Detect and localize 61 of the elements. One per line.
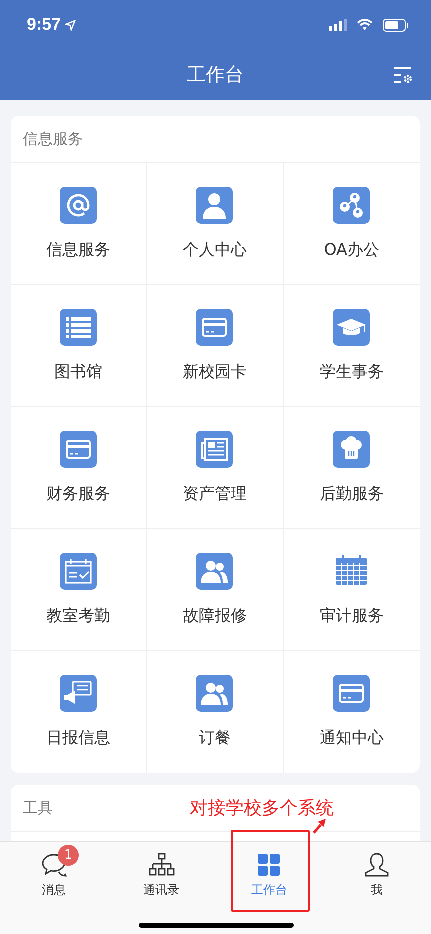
- app-label: 故障报修: [182, 606, 247, 627]
- section-title: 工具: [23, 798, 53, 818]
- app-tile[interactable]: 图书馆: [11, 285, 148, 407]
- people-icon: [196, 675, 234, 712]
- app-label: OA办公: [324, 240, 380, 261]
- annotation-arrow: [313, 818, 327, 834]
- app-tile[interactable]: OA办公: [284, 163, 420, 285]
- app-label: 图书馆: [54, 362, 103, 383]
- app-tile[interactable]: 信息服务: [11, 163, 148, 285]
- app-tile[interactable]: 资产管理: [147, 407, 284, 529]
- unread-count-badge: 1: [58, 845, 79, 866]
- wifi-icon: [357, 19, 373, 31]
- chef-hat-icon: [333, 431, 370, 468]
- app-label: 财务服务: [46, 484, 111, 505]
- tab-item[interactable]: 工作台: [216, 842, 324, 899]
- list-settings-icon[interactable]: [393, 65, 413, 85]
- megaphone-icon: [60, 675, 98, 712]
- tab-item[interactable]: 通讯录: [108, 842, 216, 899]
- app-label: 个人中心: [182, 240, 247, 261]
- app-label: 信息服务: [46, 240, 111, 261]
- app-label: 新校园卡: [182, 362, 247, 383]
- app-tile[interactable]: 日报信息: [11, 651, 148, 773]
- clock-time: 9:57: [27, 15, 62, 35]
- tab-item[interactable]: 消息 1: [0, 842, 108, 899]
- app-label: 后勤服务: [320, 484, 384, 505]
- person-icon: [363, 851, 392, 879]
- app-label: 学生事务: [320, 362, 384, 383]
- app-tile[interactable]: 审计服务: [284, 529, 420, 651]
- at-sign-icon: [60, 187, 98, 224]
- newspaper-icon: [196, 431, 234, 468]
- app-label: 审计服务: [320, 606, 384, 627]
- app-tile[interactable]: 个人中心: [147, 163, 284, 285]
- tab-item[interactable]: 我: [323, 842, 431, 899]
- signal-icon: [329, 19, 347, 31]
- app-label: 订餐: [198, 728, 231, 749]
- page-title: 工作台: [187, 63, 244, 88]
- person-icon: [196, 187, 234, 224]
- app-tile[interactable]: 通知中心: [284, 651, 420, 773]
- app-tile[interactable]: 故障报修: [147, 529, 284, 651]
- app-tile[interactable]: 后勤服务: [284, 407, 420, 529]
- annotation-text: 对接学校多个系统: [190, 797, 334, 820]
- app-tile[interactable]: 教室考勤: [11, 529, 148, 651]
- card-icon: [333, 675, 370, 712]
- section-title: 信息服务: [23, 130, 83, 148]
- app-tile[interactable]: 财务服务: [11, 407, 148, 529]
- card-icon: [60, 431, 98, 468]
- location-arrow-icon: [65, 20, 76, 30]
- graduation-cap-icon: [333, 309, 370, 346]
- list-icon: [60, 309, 98, 346]
- app-label: 教室考勤: [46, 606, 111, 627]
- app-label: 通知中心: [320, 728, 384, 749]
- card-icon: [196, 309, 234, 346]
- people-icon: [196, 553, 234, 590]
- app-label: 日报信息: [46, 728, 111, 749]
- app-tile[interactable]: 学生事务: [284, 285, 420, 407]
- app-label: 资产管理: [182, 484, 247, 505]
- people-network-icon: [333, 187, 370, 224]
- app-tile[interactable]: 新校园卡: [147, 285, 284, 407]
- battery-icon: [383, 18, 409, 32]
- calendar-check-icon: [60, 553, 98, 590]
- app-tile[interactable]: 订餐: [147, 651, 284, 773]
